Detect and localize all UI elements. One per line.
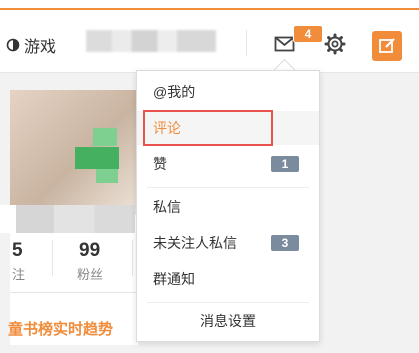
game-icon <box>6 38 20 52</box>
mosaic-block <box>96 169 118 183</box>
message-dropdown-menu: @我的 评论 赞 1 私信 未关注人私信 3 群通知 消息设置 <box>136 70 320 342</box>
gear-icon[interactable] <box>324 33 346 55</box>
compose-icon <box>379 38 395 53</box>
compose-button[interactable] <box>372 31 402 61</box>
fans-label: 粉丝 <box>77 267 104 282</box>
menu-item-likes[interactable]: 赞 1 <box>137 147 319 181</box>
menu-item-group-notifications[interactable]: 群通知 <box>137 262 319 296</box>
stat-divider <box>52 240 53 276</box>
menu-item-comments[interactable]: 评论 <box>137 110 319 146</box>
follow-label: 注 <box>12 267 26 282</box>
menu-item-label: @我的 <box>153 84 196 100</box>
stranger-messages-count-badge: 3 <box>271 235 299 251</box>
mosaic-block <box>75 147 119 169</box>
accent-line <box>0 8 419 10</box>
trend-title-link[interactable]: 童书榜实时趋势 <box>8 318 136 339</box>
nav-item-game-label: 游戏 <box>24 39 57 56</box>
menu-item-label: 私信 <box>153 199 181 215</box>
menu-item-stranger-messages[interactable]: 未关注人私信 3 <box>137 226 319 260</box>
fans-count[interactable]: 99 <box>79 240 100 262</box>
stat-divider <box>132 240 133 276</box>
message-settings-link[interactable]: 消息设置 <box>137 311 319 331</box>
mail-count-badge: 4 <box>293 25 323 43</box>
follow-count[interactable]: 5 <box>12 240 23 262</box>
nav-item-game[interactable]: 游戏 <box>6 33 56 57</box>
menu-divider <box>147 187 309 188</box>
top-navigation-bar: 游戏 4 <box>0 0 419 73</box>
highlight-frame <box>143 110 273 146</box>
mosaic-block <box>93 128 117 146</box>
menu-item-label: 未关注人私信 <box>153 235 237 251</box>
nav-divider <box>246 30 247 56</box>
menu-item-private-messages[interactable]: 私信 <box>137 190 319 224</box>
menu-item-label: 群通知 <box>153 271 195 287</box>
menu-item-label: 赞 <box>153 156 167 172</box>
blurred-nav-text <box>86 30 216 52</box>
blurred-username <box>0 205 135 233</box>
menu-divider <box>147 302 309 303</box>
section-divider <box>10 292 138 293</box>
menu-item-mentions[interactable]: @我的 <box>137 75 319 109</box>
likes-count-badge: 1 <box>271 156 299 172</box>
